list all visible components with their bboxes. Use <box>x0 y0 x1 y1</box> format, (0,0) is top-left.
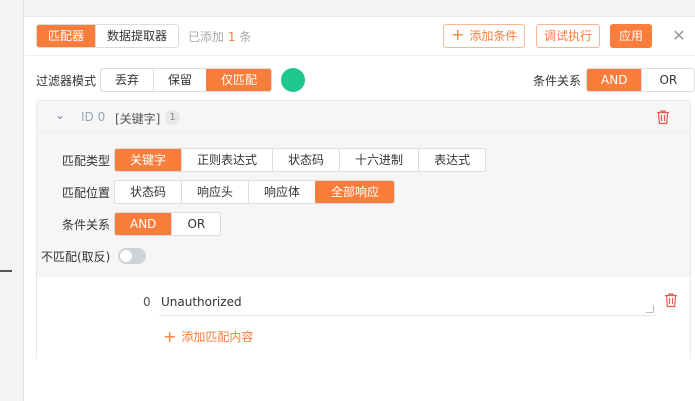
match-type-label: 匹配类型 <box>61 153 110 168</box>
card-settings: 匹配类型 关键字 正则表达式 状态码 十六进制 表达式 匹配位置 状态码 响应头… <box>37 133 690 277</box>
rail-marker <box>0 270 12 272</box>
match-position-header[interactable]: 响应头 <box>181 181 249 203</box>
filter-mode-discard[interactable]: 丢弃 <box>101 69 154 91</box>
panel-header: 匹配器 数据提取器 已添加 1 条 <box>36 24 251 48</box>
card-relation-row: 条件关系 AND OR <box>6 212 222 236</box>
tab-matcher[interactable]: 匹配器 <box>37 25 96 47</box>
filter-mode-row: 过滤器模式 丢弃 保留 仅匹配 <box>36 68 306 92</box>
added-count-text: 已添加 1 条 <box>188 28 251 45</box>
negate-toggle[interactable] <box>118 248 147 264</box>
plus-icon: + <box>451 25 465 44</box>
match-type-hex[interactable]: 十六进制 <box>339 149 419 171</box>
match-position-body[interactable]: 响应体 <box>248 181 316 203</box>
match-position-status-code[interactable]: 状态码 <box>115 181 182 203</box>
match-position-row: 匹配位置 状态码 响应头 响应体 全部响应 <box>6 180 396 204</box>
filter-mode-selector: 丢弃 保留 仅匹配 <box>100 68 273 92</box>
filter-mode-label: 过滤器模式 <box>36 73 97 88</box>
close-icon[interactable]: ✕ <box>669 24 689 48</box>
content-value-field[interactable]: Unauthorized <box>159 288 656 316</box>
resize-handle-icon[interactable] <box>646 305 654 313</box>
mode-tabs: 匹配器 数据提取器 <box>36 24 180 48</box>
matcher-panel: 匹配器 数据提取器 已添加 1 条 + 添加条件 调试执行 应用 ✕ 过滤器模式 … <box>25 17 695 401</box>
match-type-keyword[interactable]: 关键字 <box>115 149 182 171</box>
negate-label: 不匹配(取反) <box>41 249 111 264</box>
trash-icon[interactable] <box>656 109 670 125</box>
plus-icon: + <box>163 326 177 346</box>
header-divider <box>25 55 695 56</box>
add-match-content-label: 添加匹配内容 <box>181 330 254 344</box>
apply-button[interactable]: 应用 <box>610 24 653 48</box>
added-suffix: 条 <box>239 29 252 44</box>
add-condition-button[interactable]: + 添加条件 <box>443 24 526 48</box>
card-id: ID 0 <box>81 110 106 124</box>
negate-row: 不匹配(取反) <box>41 244 147 268</box>
added-count: 1 <box>227 29 236 44</box>
trash-icon[interactable] <box>664 292 678 308</box>
toggle-knob <box>120 250 133 262</box>
card-relation-or[interactable]: OR <box>171 213 221 235</box>
card-count-badge: 1 <box>165 110 180 125</box>
chevron-down-icon[interactable]: ⌄ <box>55 108 65 122</box>
matcher-card: ⌄ ID 0 [关键字] 1 匹配类型 关键字 正则表达式 状态码 十六进制 表… <box>36 100 691 360</box>
add-match-content-button[interactable]: + 添加匹配内容 <box>163 328 253 345</box>
relation-and[interactable]: AND <box>587 69 642 91</box>
card-relation-label: 条件关系 <box>61 217 110 232</box>
card-relation-and[interactable]: AND <box>115 213 172 235</box>
filter-mode-match-only[interactable]: 仅匹配 <box>206 69 272 91</box>
match-position-all[interactable]: 全部响应 <box>315 181 395 203</box>
relation-or[interactable]: OR <box>641 69 695 91</box>
match-type-expression[interactable]: 表达式 <box>418 149 486 171</box>
match-type-status-code[interactable]: 状态码 <box>272 149 340 171</box>
match-type-regex[interactable]: 正则表达式 <box>181 149 273 171</box>
filter-mode-keep[interactable]: 保留 <box>153 69 207 91</box>
card-header[interactable]: ⌄ ID 0 [关键字] 1 <box>37 101 690 133</box>
match-position-selector: 状态码 响应头 响应体 全部响应 <box>114 180 396 204</box>
card-relation-selector: AND OR <box>114 212 222 236</box>
tab-data-extractor[interactable]: 数据提取器 <box>95 25 179 47</box>
condition-relation-row: 条件关系 AND OR <box>533 68 695 92</box>
condition-relation-selector: AND OR <box>586 68 695 92</box>
top-strip <box>24 0 695 17</box>
content-index: 0 <box>143 295 151 309</box>
match-content-list: 0 Unauthorized + 添加匹配内容 <box>37 277 690 360</box>
debug-button[interactable]: 调试执行 <box>536 24 601 48</box>
card-type: [关键字] <box>115 112 161 126</box>
condition-relation-label: 条件关系 <box>533 73 582 88</box>
match-position-label: 匹配位置 <box>61 185 110 200</box>
match-type-row: 匹配类型 关键字 正则表达式 状态码 十六进制 表达式 <box>6 148 487 172</box>
content-value: Unauthorized <box>161 295 242 309</box>
status-indicator-dot <box>281 68 306 92</box>
added-prefix: 已添加 <box>188 29 225 44</box>
add-condition-label: 添加条件 <box>469 29 518 43</box>
match-type-selector: 关键字 正则表达式 状态码 十六进制 表达式 <box>114 148 487 172</box>
